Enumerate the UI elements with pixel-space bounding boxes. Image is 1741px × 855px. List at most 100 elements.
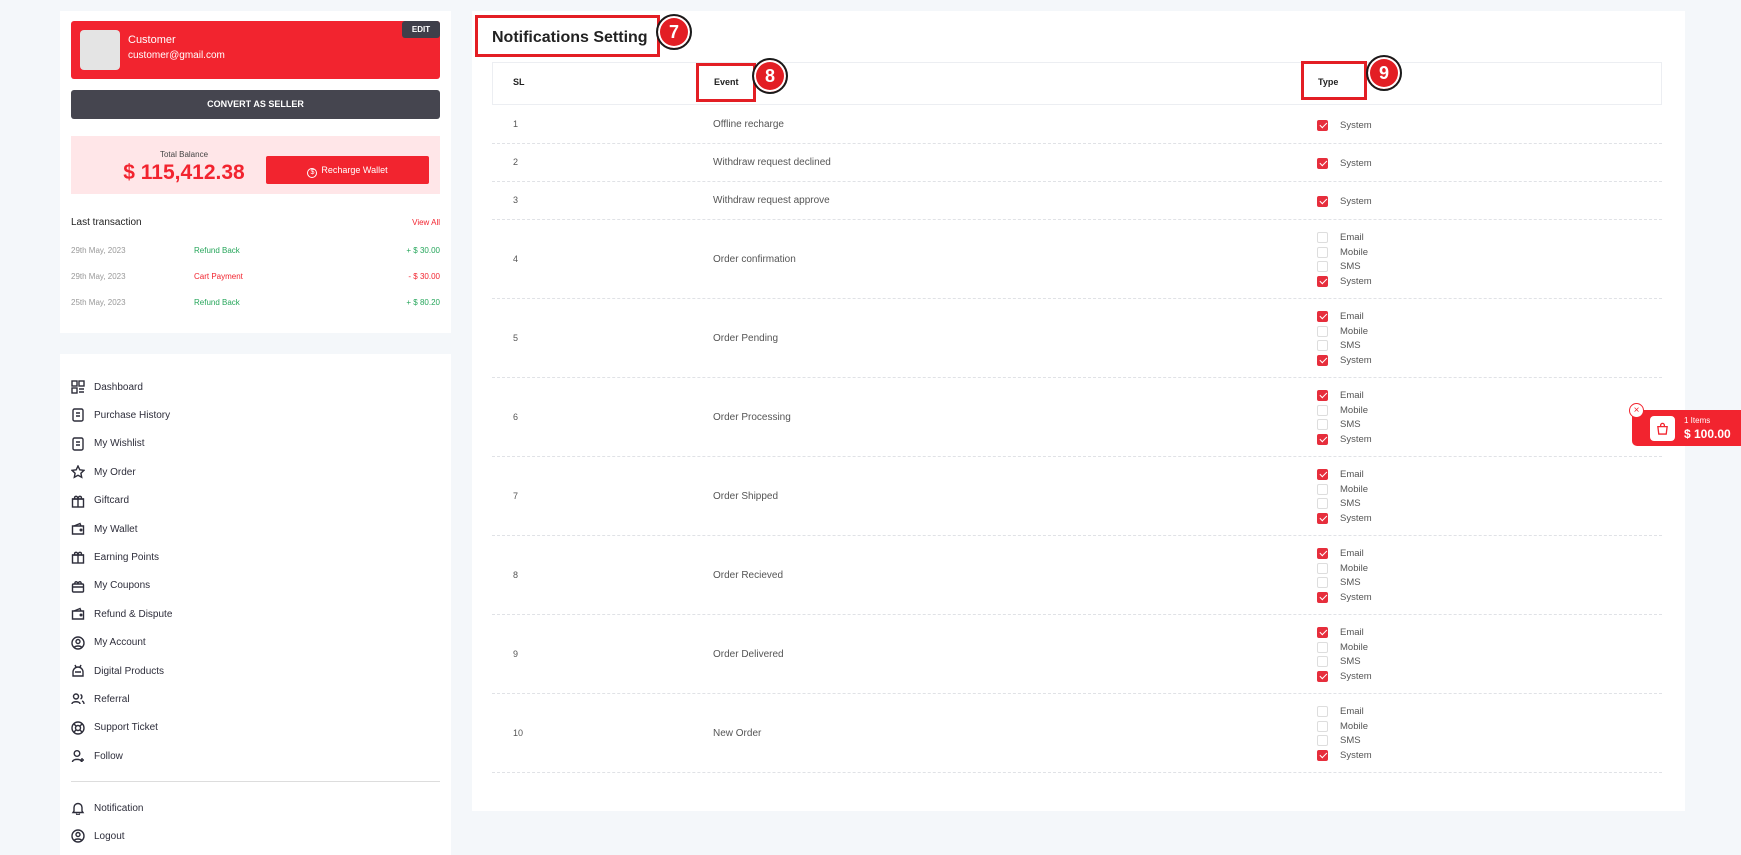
- checkbox-email[interactable]: [1317, 311, 1328, 323]
- star-icon: [71, 465, 85, 479]
- transaction-row: 29th May, 2023 Refund Back + $ 30.00: [71, 246, 440, 260]
- profile-header: Customer customer@gmail.com EDIT: [71, 21, 440, 79]
- checkbox-sms[interactable]: [1317, 419, 1328, 431]
- dashboard-icon: [71, 380, 85, 394]
- checkbox-sms[interactable]: [1317, 735, 1328, 747]
- highlight-box-title: [475, 15, 660, 57]
- checkbox-mobile[interactable]: [1317, 404, 1328, 416]
- type-option-sms: SMS: [1317, 260, 1372, 275]
- recharge-wallet-label: Recharge Wallet: [321, 165, 388, 175]
- checkbox-system[interactable]: [1317, 119, 1328, 131]
- sidebar-item-purchase-history[interactable]: Purchase History: [71, 406, 170, 424]
- sidebar-item-notification[interactable]: Notification: [71, 799, 143, 817]
- close-icon[interactable]: ×: [1629, 403, 1644, 418]
- gift-icon: [71, 550, 85, 565]
- checkbox-email[interactable]: [1317, 232, 1328, 244]
- cell-event: Order confirmation: [713, 253, 796, 265]
- view-all-link[interactable]: View All: [412, 218, 440, 227]
- coupon-icon: [71, 579, 85, 593]
- sidebar-item-label: My Account: [94, 637, 146, 649]
- last-transaction-heading: Last transaction: [71, 217, 142, 228]
- annotation-badge-8: 8: [752, 58, 788, 94]
- edit-profile-button[interactable]: EDIT: [402, 21, 440, 38]
- sidebar-item-logout[interactable]: Logout: [71, 827, 125, 845]
- sidebar-item-refund-dispute[interactable]: Refund & Dispute: [71, 605, 172, 623]
- checkbox-system[interactable]: [1317, 275, 1328, 287]
- checkbox-system[interactable]: [1317, 433, 1328, 445]
- table-header: SL Event Type: [492, 62, 1662, 105]
- checkbox-system[interactable]: [1317, 195, 1328, 207]
- convert-as-seller-button[interactable]: CONVERT AS SELLER: [71, 90, 440, 119]
- table-row: 10 New Order Email Mobile SMS System: [492, 694, 1662, 773]
- checkbox-email[interactable]: [1317, 706, 1328, 718]
- transaction-date: 25th May, 2023: [71, 298, 126, 307]
- type-label: System: [1340, 433, 1372, 445]
- checkbox-mobile[interactable]: [1317, 641, 1328, 653]
- type-label: Mobile: [1340, 404, 1368, 416]
- sidebar-item-digital-products[interactable]: Digital Products: [71, 662, 164, 680]
- sidebar-item-support-ticket[interactable]: Support Ticket: [71, 719, 158, 737]
- type-label: Mobile: [1340, 325, 1368, 337]
- cell-types: Email Mobile SMS System: [1317, 389, 1372, 447]
- checkbox-mobile[interactable]: [1317, 246, 1328, 258]
- sidebar-item-giftcard[interactable]: Giftcard: [71, 492, 129, 510]
- follow-icon: [71, 749, 85, 763]
- checkbox-system[interactable]: [1317, 591, 1328, 603]
- cell-event: Order Processing: [713, 411, 791, 423]
- cell-event: Withdraw request approve: [713, 195, 830, 206]
- sidebar-item-my-wallet[interactable]: My Wallet: [71, 520, 138, 538]
- checkbox-email[interactable]: [1317, 390, 1328, 402]
- checkbox-system[interactable]: [1317, 670, 1328, 682]
- sidebar-item-label: My Wallet: [94, 523, 138, 535]
- sidebar-item-earning-points[interactable]: Earning Points: [71, 548, 159, 566]
- type-label: System: [1340, 591, 1372, 603]
- type-label: System: [1340, 157, 1372, 169]
- checkbox-system[interactable]: [1317, 749, 1328, 761]
- sidebar-item-label: Follow: [94, 750, 123, 762]
- type-option-mobile: Mobile: [1317, 640, 1372, 655]
- type-option-sms: SMS: [1317, 576, 1372, 591]
- checkbox-sms[interactable]: [1317, 577, 1328, 589]
- floating-cart[interactable]: × 1 Items $ 100.00: [1629, 403, 1741, 446]
- support-icon: [71, 721, 85, 735]
- sidebar-item-my-account[interactable]: My Account: [71, 634, 146, 652]
- checkbox-mobile[interactable]: [1317, 562, 1328, 574]
- checkbox-sms[interactable]: [1317, 656, 1328, 668]
- cell-event: Withdraw request declined: [713, 157, 831, 168]
- sidebar-item-my-wishlist[interactable]: My Wishlist: [71, 435, 145, 453]
- sidebar-item-label: Refund & Dispute: [94, 608, 173, 620]
- checkbox-sms[interactable]: [1317, 340, 1328, 352]
- type-option-system: System: [1317, 748, 1372, 763]
- highlight-box-event: [696, 63, 756, 102]
- checkbox-system[interactable]: [1317, 157, 1328, 169]
- checkbox-mobile[interactable]: [1317, 720, 1328, 732]
- checkbox-mobile[interactable]: [1317, 325, 1328, 337]
- checkbox-system[interactable]: [1317, 354, 1328, 366]
- cell-types: Email Mobile SMS System: [1317, 705, 1372, 763]
- type-option-email: Email: [1317, 389, 1372, 404]
- sidebar-item-follow[interactable]: Follow: [71, 747, 123, 765]
- profile-card: Customer customer@gmail.com EDIT CONVERT…: [60, 11, 451, 333]
- recharge-wallet-button[interactable]: $ Recharge Wallet: [266, 156, 429, 184]
- checkbox-email[interactable]: [1317, 469, 1328, 481]
- sidebar-item-my-order[interactable]: My Order: [71, 463, 136, 481]
- checkbox-system[interactable]: [1317, 512, 1328, 524]
- type-label: Email: [1340, 548, 1364, 560]
- avatar[interactable]: [80, 30, 120, 70]
- type-option-email: Email: [1317, 547, 1372, 562]
- annotation-badge-7: 7: [656, 14, 692, 50]
- checkbox-mobile[interactable]: [1317, 483, 1328, 495]
- sidebar-item-label: Purchase History: [94, 409, 171, 421]
- sidebar-item-referral[interactable]: Referral: [71, 690, 130, 708]
- checkbox-sms[interactable]: [1317, 498, 1328, 510]
- type-option-system: System: [1317, 590, 1372, 605]
- checkbox-sms[interactable]: [1317, 261, 1328, 273]
- type-label: Mobile: [1340, 641, 1368, 653]
- sidebar-item-dashboard[interactable]: Dashboard: [71, 378, 143, 396]
- checkbox-email[interactable]: [1317, 627, 1328, 639]
- type-option-mobile: Mobile: [1317, 719, 1372, 734]
- cell-types: System: [1317, 118, 1372, 133]
- sidebar-item-my-coupons[interactable]: My Coupons: [71, 577, 150, 595]
- checkbox-email[interactable]: [1317, 548, 1328, 560]
- table-row: 4 Order confirmation Email Mobile SMS System: [492, 220, 1662, 299]
